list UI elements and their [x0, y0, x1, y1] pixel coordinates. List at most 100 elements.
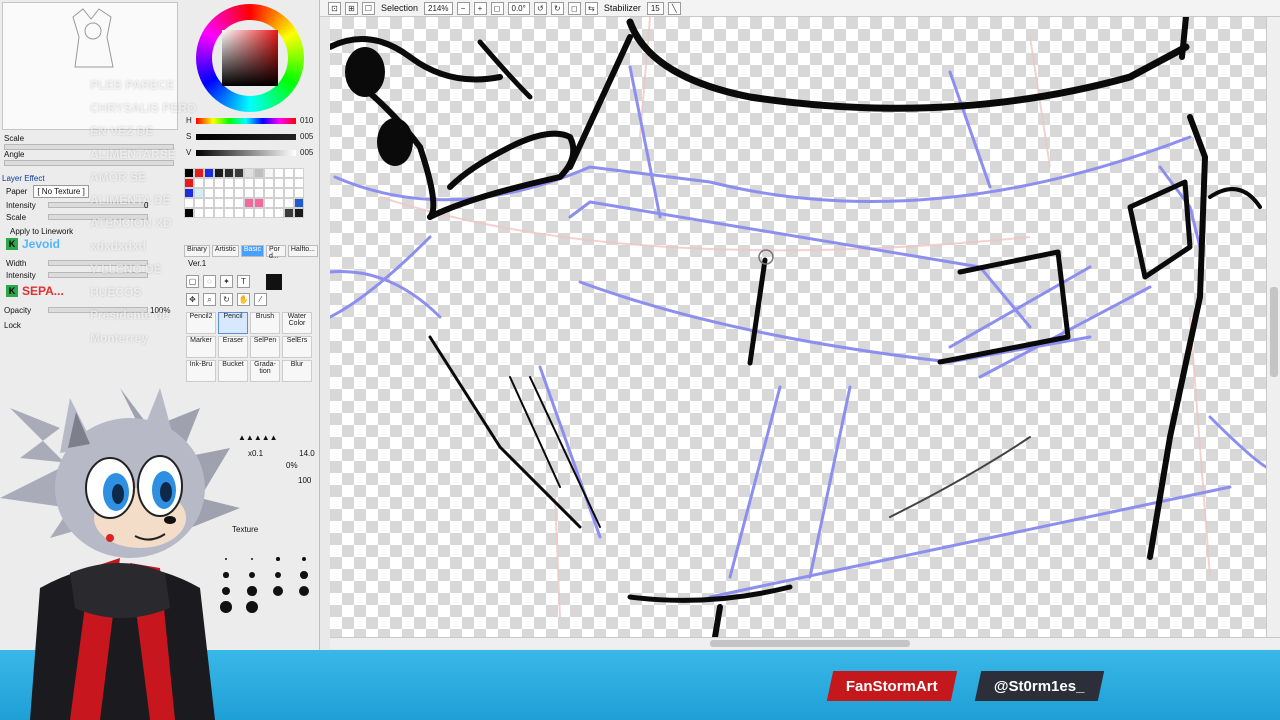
rotate-icon[interactable]: ↻ [220, 293, 233, 306]
color-swatch[interactable] [234, 178, 244, 188]
color-swatch[interactable] [294, 198, 304, 208]
horizontal-scroll-thumb[interactable] [710, 640, 910, 647]
color-swatch[interactable] [254, 188, 264, 198]
move-icon[interactable]: ✥ [186, 293, 199, 306]
brush-size-option[interactable] [292, 584, 316, 598]
color-swatch[interactable] [224, 178, 234, 188]
brush-size-option[interactable] [266, 584, 290, 598]
lasso-icon[interactable]: ◌ [203, 275, 216, 288]
color-swatch[interactable] [214, 188, 224, 198]
zoom-reset-icon[interactable]: ◻ [490, 1, 504, 15]
vertical-scroll-thumb[interactable] [1270, 287, 1278, 377]
color-swatch[interactable] [234, 168, 244, 178]
color-swatch[interactable] [284, 208, 294, 218]
color-swatch[interactable] [274, 188, 284, 198]
color-swatch[interactable] [294, 168, 304, 178]
color-swatch[interactable] [204, 178, 214, 188]
tool-button[interactable]: Eraser [218, 336, 248, 358]
color-swatch[interactable] [214, 198, 224, 208]
color-swatch[interactable] [284, 188, 294, 198]
brush-size-option[interactable] [266, 568, 290, 582]
selection-visibility-icon[interactable]: ☐ [362, 1, 375, 15]
color-swatch[interactable] [264, 178, 274, 188]
color-swatch[interactable] [264, 168, 274, 178]
color-swatch[interactable] [204, 188, 214, 198]
apply-linework-checkbox[interactable]: Apply to Linework [10, 227, 73, 236]
color-swatch[interactable] [274, 178, 284, 188]
saturation-value-square[interactable] [222, 30, 278, 86]
color-swatch[interactable] [194, 168, 204, 178]
zoom-out-icon[interactable]: − [456, 1, 470, 15]
stabilizer-select[interactable]: 15 [646, 1, 664, 15]
selection-label[interactable]: Selection [379, 3, 420, 13]
horizontal-scrollbar[interactable] [330, 637, 1280, 649]
color-swatch[interactable] [214, 208, 224, 218]
color-swatch[interactable] [244, 208, 254, 218]
color-swatch[interactable] [274, 198, 284, 208]
color-swatch[interactable] [184, 198, 194, 208]
paper-select[interactable]: [ No Texture ] [33, 185, 89, 198]
magic-wand-icon[interactable]: ✦ [220, 275, 233, 288]
color-swatch[interactable] [264, 198, 274, 208]
brush-size-option[interactable] [292, 568, 316, 582]
tool-button[interactable]: Blur [282, 360, 312, 382]
tool-set-tab[interactable]: Halfto... [287, 245, 318, 257]
color-swatch[interactable] [194, 208, 204, 218]
pen-pressure-icon[interactable]: ╲ [667, 1, 681, 15]
color-swatch[interactable] [234, 198, 244, 208]
flip-icon[interactable]: ⇆ [584, 1, 598, 15]
color-swatch[interactable] [194, 178, 204, 188]
hue-slider[interactable] [196, 118, 296, 124]
brush-size-option[interactable] [292, 552, 316, 566]
color-swatch[interactable] [184, 178, 194, 188]
primary-color-swatch[interactable] [266, 273, 282, 290]
color-swatch[interactable] [264, 188, 274, 198]
rotate-right-icon[interactable]: ↻ [550, 1, 564, 15]
color-swatch[interactable] [244, 168, 254, 178]
color-swatch[interactable] [264, 208, 274, 218]
color-swatch[interactable] [184, 168, 194, 178]
rotate-left-icon[interactable]: ↺ [533, 1, 547, 15]
color-swatch[interactable] [214, 178, 224, 188]
color-swatch[interactable] [224, 168, 234, 178]
vertical-scrollbar[interactable] [1266, 17, 1280, 637]
color-swatch[interactable] [254, 178, 264, 188]
color-swatch[interactable] [224, 208, 234, 218]
tool-button[interactable]: Grada-tion [250, 360, 280, 382]
color-swatch[interactable] [284, 198, 294, 208]
color-swatch[interactable] [274, 168, 284, 178]
tool-button[interactable]: Pencil [218, 312, 248, 334]
color-swatch[interactable] [254, 198, 264, 208]
tool-button[interactable]: SelPen [250, 336, 280, 358]
color-swatch[interactable] [184, 208, 194, 218]
color-swatch[interactable] [284, 168, 294, 178]
value-slider[interactable] [196, 150, 296, 156]
color-swatch[interactable] [254, 168, 264, 178]
brush-size-mult[interactable]: x0.1 [248, 449, 263, 458]
color-swatch[interactable] [254, 208, 264, 218]
tool-button[interactable]: Brush [250, 312, 280, 334]
tool-button[interactable]: Pencil2 [186, 312, 216, 334]
tool-set-tab[interactable]: Por d... [265, 245, 286, 260]
drawing-canvas[interactable] [330, 17, 1266, 637]
eyedropper-icon[interactable]: ⁄ [254, 293, 267, 306]
color-swatch[interactable] [274, 208, 284, 218]
color-swatch[interactable] [244, 178, 254, 188]
zoom-select[interactable]: 214% [424, 1, 453, 15]
select-rect-icon[interactable]: ▢ [186, 275, 199, 288]
tool-set-tab[interactable]: Basic [240, 245, 264, 257]
color-swatch[interactable] [184, 188, 194, 198]
color-wheel[interactable] [196, 4, 304, 112]
rotate-reset-icon[interactable]: ◻ [567, 1, 581, 15]
color-swatch[interactable] [294, 188, 304, 198]
color-swatch[interactable] [194, 198, 204, 208]
tool-button[interactable]: SelErs [282, 336, 312, 358]
color-swatch[interactable] [294, 178, 304, 188]
color-swatch[interactable] [224, 188, 234, 198]
saturation-slider[interactable] [196, 134, 296, 140]
deselect-icon[interactable]: ⊡ [328, 1, 341, 15]
zoom-in-icon[interactable]: + [473, 1, 487, 15]
color-swatch[interactable] [234, 188, 244, 198]
color-swatch[interactable] [204, 208, 214, 218]
rotation-select[interactable]: 0.0° [507, 1, 530, 15]
